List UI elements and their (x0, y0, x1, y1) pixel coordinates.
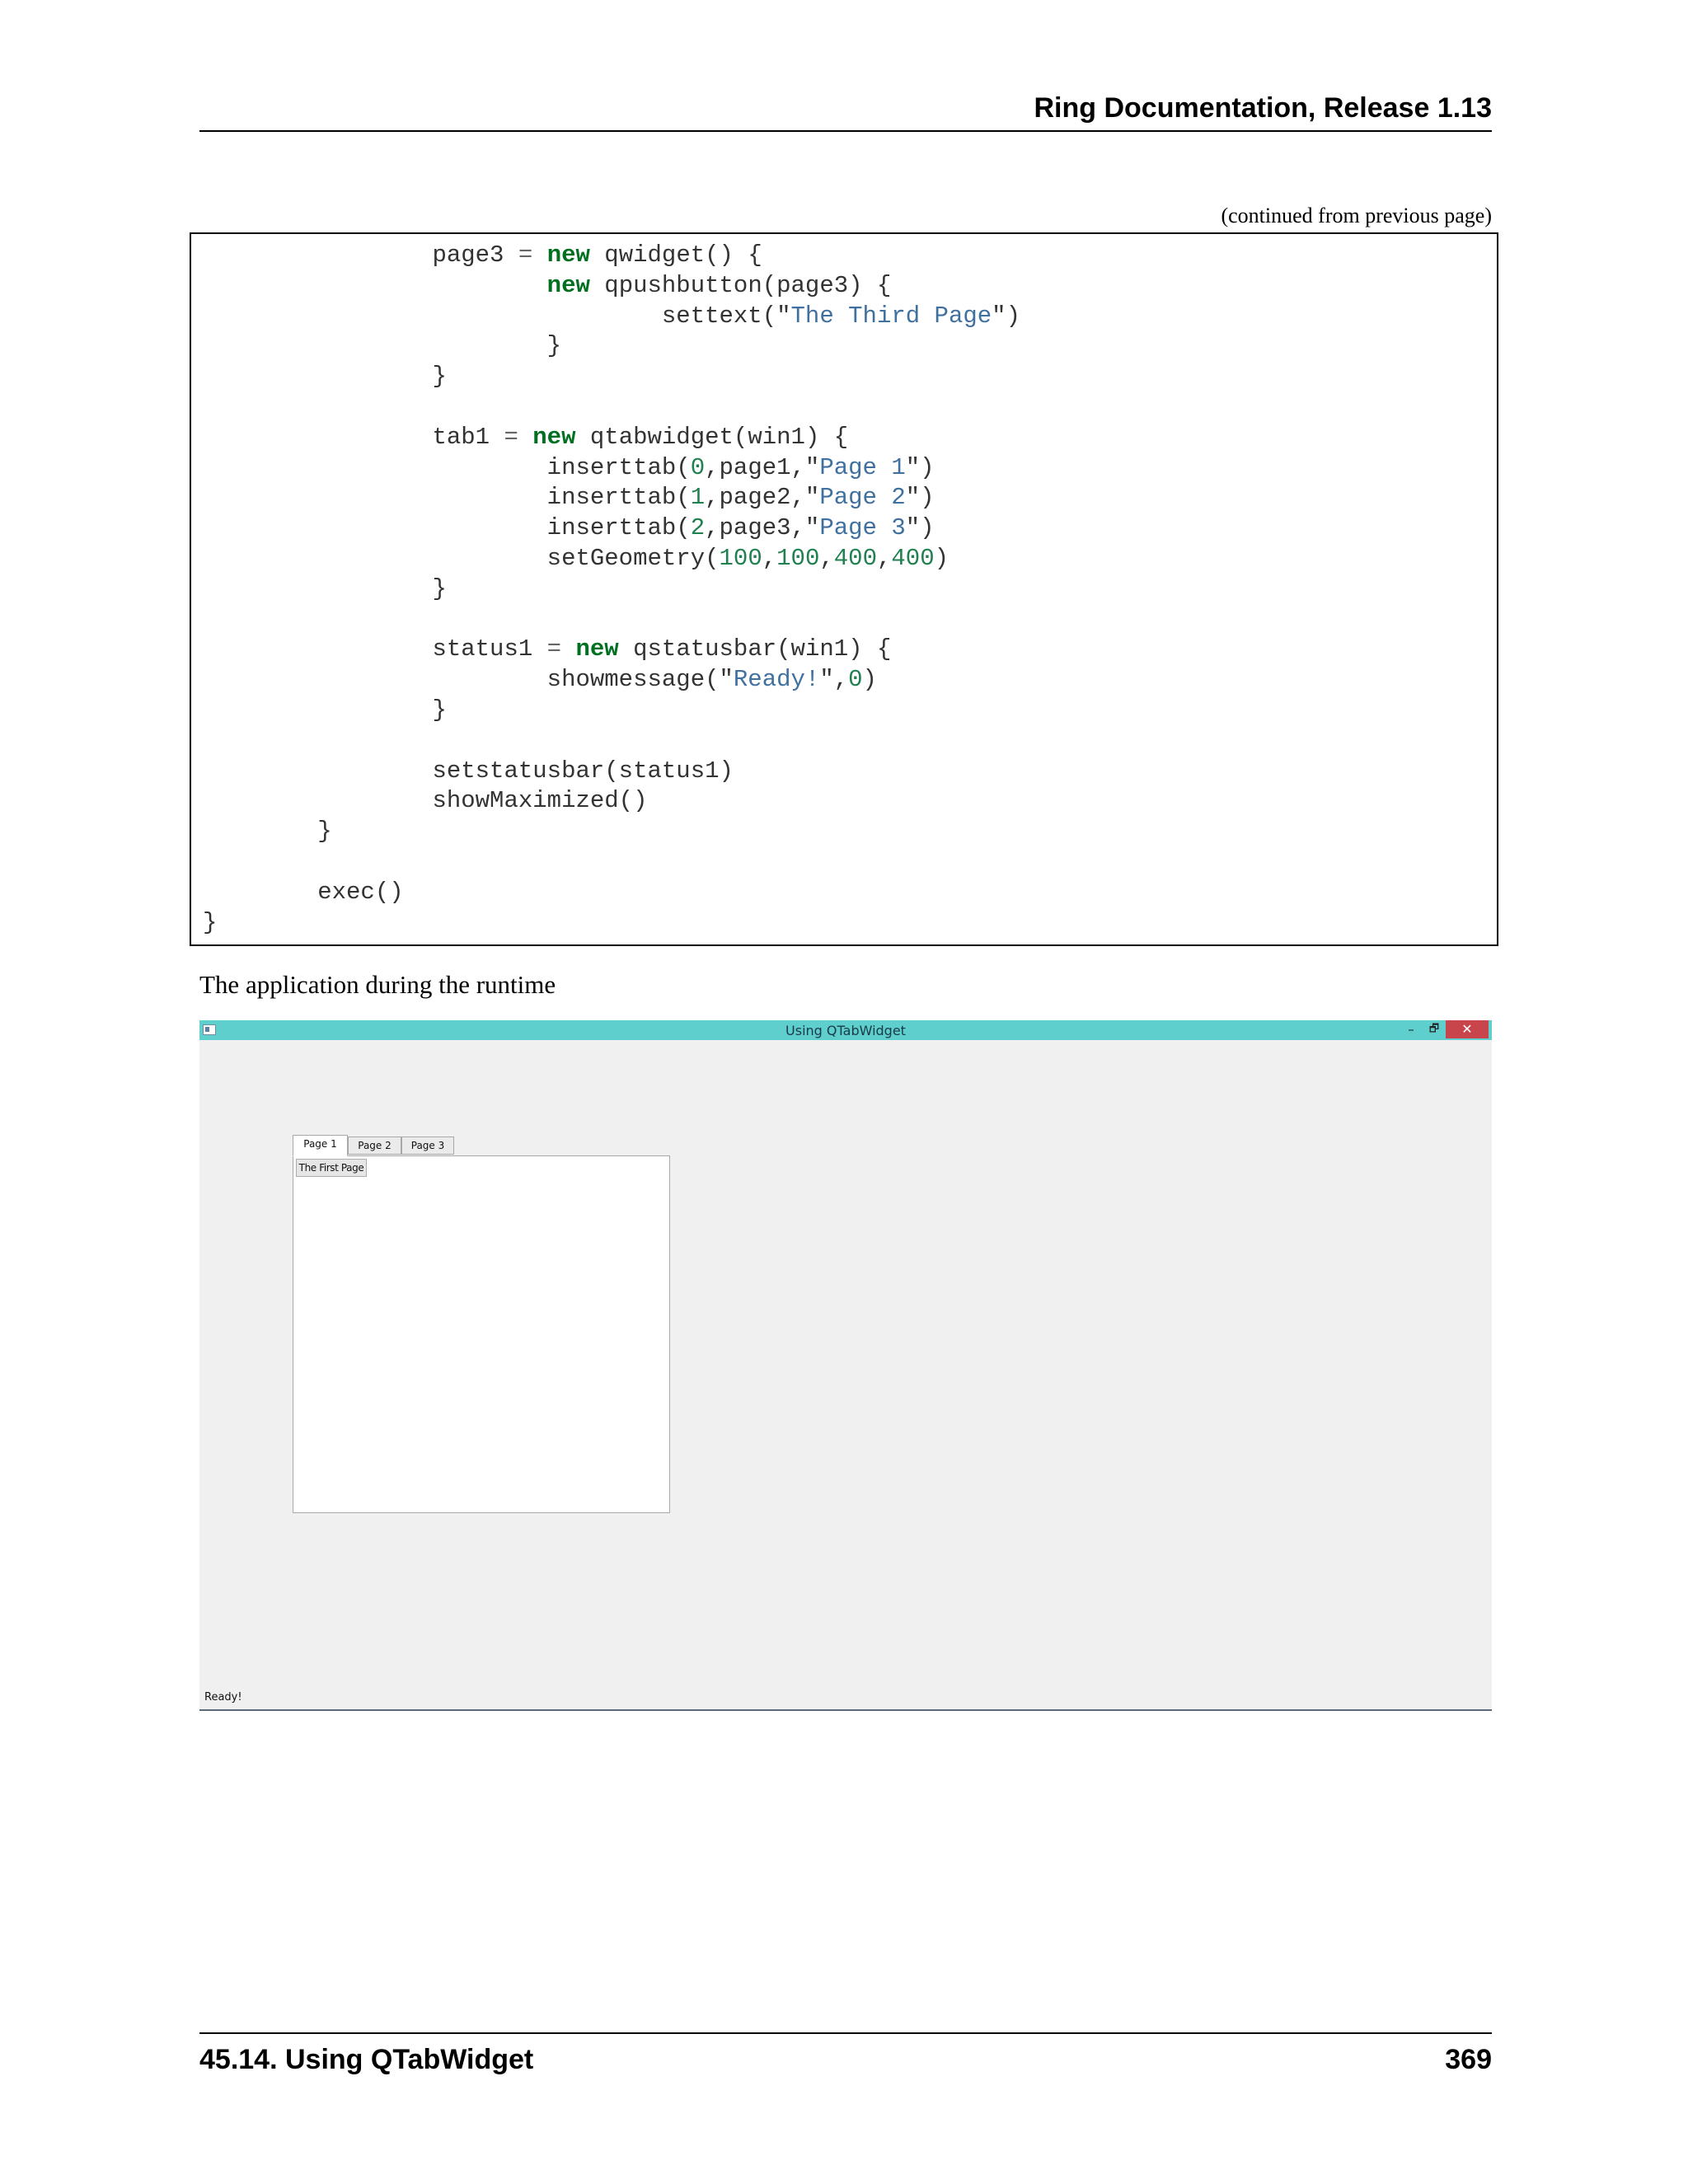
first-page-button[interactable]: The First Page (296, 1159, 367, 1177)
window-title: Using QTabWidget (785, 1023, 906, 1038)
tab-panel: The First Page (293, 1155, 670, 1513)
runtime-caption: The application during the runtime (199, 970, 556, 999)
page-header: Ring Documentation, Release 1.13 (199, 92, 1492, 132)
app-window: Using QTabWidget – 🗗 ✕ Page 1 Page 2 Pag… (199, 1020, 1492, 1711)
close-icon[interactable]: ✕ (1446, 1020, 1489, 1038)
minimize-icon[interactable]: – (1400, 1020, 1423, 1038)
footer-rule (199, 2032, 1492, 2034)
page-number: 369 (1445, 2044, 1492, 2075)
restore-icon[interactable]: 🗗 (1423, 1020, 1446, 1038)
doc-title: Ring Documentation, Release 1.13 (1034, 92, 1493, 124)
window-titlebar[interactable]: Using QTabWidget – 🗗 ✕ (199, 1020, 1492, 1040)
status-bar-message: Ready! (204, 1691, 242, 1704)
tab-page-3[interactable]: Page 3 (401, 1137, 454, 1155)
footer-section-title: 45.14. Using QTabWidget (199, 2044, 534, 2075)
tab-page-2[interactable]: Page 2 (348, 1137, 401, 1155)
tab-page-1[interactable]: Page 1 (293, 1135, 348, 1156)
continued-note: (continued from previous page) (1221, 204, 1492, 227)
code-block: page3 = new qwidget() { new qpushbutton(… (190, 232, 1498, 946)
code-text: page3 = new qwidget() { new qpushbutton(… (203, 241, 1020, 936)
